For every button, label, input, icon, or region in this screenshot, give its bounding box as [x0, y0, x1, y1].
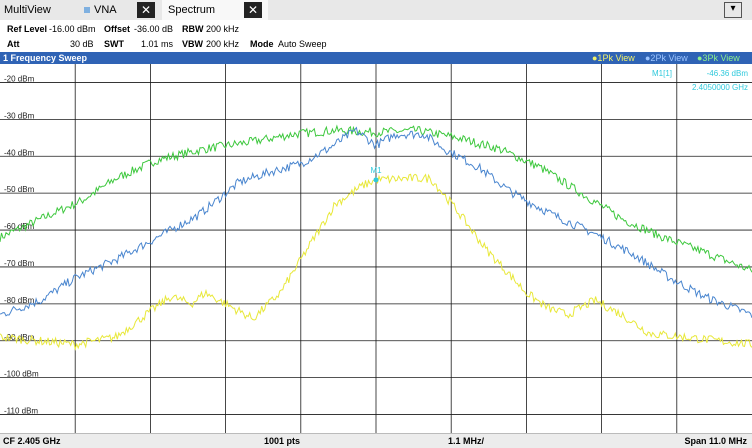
- rbw-value[interactable]: 200 kHz: [206, 24, 239, 34]
- trace-1-label[interactable]: ●1Pk View: [592, 52, 635, 64]
- status-footer: CF 2.405 GHz 1001 pts 1.1 MHz/ Span 11.0…: [0, 433, 752, 448]
- vbw-value[interactable]: 200 kHz: [206, 39, 239, 49]
- marker-freq: 2.4050000 GHz: [692, 83, 748, 92]
- spectrum-plot[interactable]: -20 dBm-30 dBm-40 dBm-50 dBm-60 dBm-70 d…: [0, 64, 752, 433]
- marker-name: M1[1]: [652, 69, 672, 78]
- tab-spectrum-label: Spectrum: [168, 4, 216, 16]
- settings-panel: Ref Level -16.00 dBm Offset -36.00 dB RB…: [0, 20, 752, 52]
- plot-grid: [0, 64, 752, 433]
- att-value[interactable]: 30 dB: [70, 39, 94, 49]
- y-axis-ticks: -20 dBm-30 dBm-40 dBm-50 dBm-60 dBm-70 d…: [4, 74, 39, 415]
- y-tick-label: -50 dBm: [4, 185, 35, 194]
- offset-value[interactable]: -36.00 dB: [134, 24, 173, 34]
- marker-point[interactable]: [373, 177, 379, 183]
- trace-2-label[interactable]: ●2Pk View: [645, 52, 688, 64]
- vna-close-icon[interactable]: ✕: [137, 2, 155, 18]
- y-tick-label: -30 dBm: [4, 111, 35, 120]
- chevron-down-icon[interactable]: ▾: [724, 2, 742, 18]
- y-tick-label: -70 dBm: [4, 259, 35, 268]
- tab-bar: MultiView VNA ✕ Spectrum ✕ ▾: [0, 0, 752, 20]
- window-title: 1 Frequency Sweep: [3, 53, 88, 63]
- y-tick-label: -40 dBm: [4, 148, 35, 157]
- spectrum-close-icon[interactable]: ✕: [244, 2, 262, 18]
- offset-label: Offset: [104, 24, 131, 34]
- y-tick-label: -100 dBm: [4, 370, 39, 379]
- frequency-per-division: 1.1 MHz/: [448, 436, 485, 446]
- rbw-label: RBW: [182, 24, 204, 34]
- mode-value[interactable]: Auto Sweep: [278, 39, 327, 49]
- ref-level-label: Ref Level: [7, 24, 48, 34]
- y-tick-label: -110 dBm: [4, 407, 38, 416]
- frequency-span[interactable]: Span 11.0 MHz: [684, 436, 747, 446]
- channel-icon: [84, 7, 90, 13]
- tab-multiview[interactable]: MultiView: [0, 0, 80, 20]
- vbw-label: VBW: [182, 39, 203, 49]
- swt-label: SWT: [104, 39, 124, 49]
- ref-level-value[interactable]: -16.00 dBm: [49, 24, 96, 34]
- tab-vna-label: VNA: [94, 4, 117, 16]
- y-tick-label: -20 dBm: [4, 74, 35, 83]
- marker-level: -46.36 dBm: [707, 69, 749, 78]
- trace-3-label[interactable]: ●3Pk View: [697, 52, 740, 64]
- window-title-bar: 1 Frequency Sweep ●1Pk View ●2Pk View ●3…: [0, 52, 752, 64]
- mode-label: Mode: [250, 39, 274, 49]
- center-frequency[interactable]: CF 2.405 GHz: [3, 436, 61, 446]
- att-label: Att: [7, 39, 20, 49]
- sweep-points[interactable]: 1001 pts: [264, 436, 300, 446]
- swt-value[interactable]: 1.01 ms: [141, 39, 173, 49]
- tab-multiview-label: MultiView: [4, 4, 51, 16]
- marker-point-label: M1: [370, 166, 382, 175]
